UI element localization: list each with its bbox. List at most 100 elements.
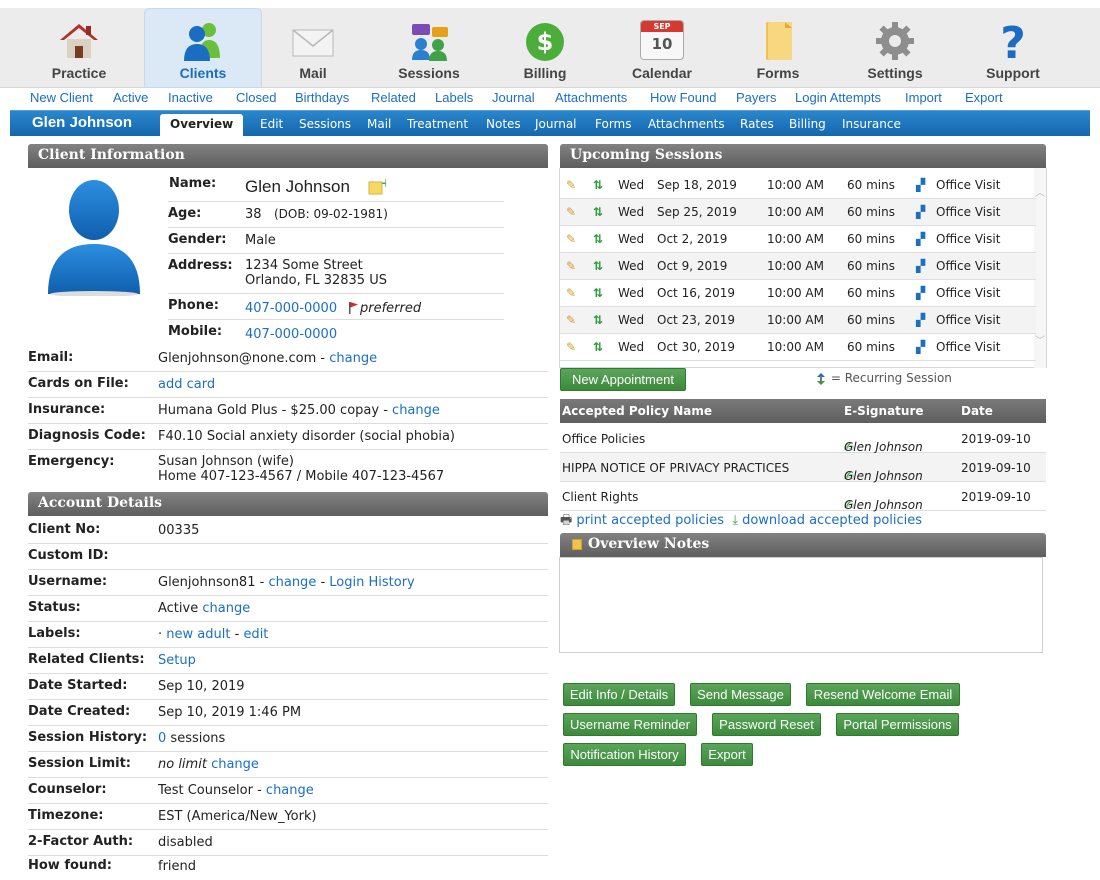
pencil-icon[interactable]: ✎	[566, 232, 576, 246]
resend-welcome-email-button[interactable]: Resend Welcome Email	[806, 683, 960, 706]
tab-journal[interactable]: Journal	[535, 117, 577, 131]
counselor-change-link[interactable]: change	[266, 783, 314, 798]
nav-sessions[interactable]: Sessions	[370, 8, 488, 88]
add-card-link[interactable]: add card	[158, 377, 215, 392]
session-limit-label: Session Limit:	[28, 756, 131, 771]
subnav-journal[interactable]: Journal	[492, 90, 535, 105]
tab-insurance[interactable]: Insurance	[842, 117, 901, 131]
pencil-icon[interactable]: ✎	[566, 205, 576, 219]
nav-billing[interactable]: $ Billing	[486, 8, 604, 88]
tab-treatment[interactable]: Treatment	[407, 117, 468, 131]
tab-overview[interactable]: Overview	[160, 114, 244, 136]
subnav-payers[interactable]: Payers	[736, 90, 776, 105]
session-row[interactable]: ✎ ⇅ Wed Oct 16, 2019 10:00 AM 60 mins ▞ Office …	[560, 280, 1036, 307]
account-row: Counselor: Test Counselor - change	[28, 778, 548, 804]
nav-label: Calendar	[632, 65, 692, 81]
subnav-closed[interactable]: Closed	[236, 90, 276, 105]
session-history-group: 0 sessions	[158, 731, 225, 746]
tab-attachments[interactable]: Attachments	[648, 117, 725, 131]
session-row[interactable]: ✎ ⇅ Wed Sep 18, 2019 10:00 AM 60 mins ▞ Office …	[560, 172, 1036, 199]
age-label: Age:	[168, 206, 202, 221]
tab-edit[interactable]: Edit	[260, 117, 283, 131]
tab-billing[interactable]: Billing	[789, 117, 826, 131]
subnav-import[interactable]: Import	[905, 90, 942, 105]
subnav-related[interactable]: Related	[371, 90, 416, 105]
session-row[interactable]: ✎ ⇅ Wed Oct 23, 2019 10:00 AM 60 mins ▞ Office …	[560, 307, 1036, 334]
policy-date: 2019-09-10	[961, 490, 1031, 504]
username-reminder-button[interactable]: Username Reminder	[563, 713, 697, 736]
tab-mail[interactable]: Mail	[367, 117, 391, 131]
edit-info-button[interactable]: Edit Info / Details	[563, 683, 675, 706]
username-change-link[interactable]: change	[268, 575, 316, 590]
notification-history-button[interactable]: Notification History	[563, 743, 686, 766]
mobile-link[interactable]: 407-000-0000	[245, 327, 337, 342]
new-appointment-button[interactable]: New Appointment	[560, 368, 686, 391]
session-row[interactable]: ✎ ⇅ Wed Oct 30, 2019 10:00 AM 60 mins ▞ Office …	[560, 334, 1036, 361]
chevron-up-icon[interactable]: ︿	[1035, 184, 1045, 199]
session-count-link[interactable]: 0	[158, 731, 166, 746]
subnav-labels[interactable]: Labels	[435, 90, 473, 105]
insurance-label: Insurance:	[28, 402, 106, 417]
email-change-link[interactable]: change	[329, 351, 377, 366]
phone-link[interactable]: 407-000-0000	[245, 301, 337, 316]
subnav-attachments[interactable]: Attachments	[555, 90, 627, 105]
session-type: Office Visit	[936, 286, 1001, 300]
chevron-down-icon[interactable]: ﹀	[1035, 332, 1045, 347]
status-change-link[interactable]: change	[202, 601, 250, 616]
session-row[interactable]: ✎ ⇅ Wed Oct 2, 2019 10:00 AM 60 mins ▞ Office V…	[560, 226, 1036, 253]
session-duration: 60 mins	[847, 205, 895, 219]
nav-support[interactable]: ? Support	[954, 8, 1072, 88]
session-type: Office Visit	[936, 205, 1001, 219]
policy-name: Client Rights	[562, 490, 639, 504]
account-row: Session Limit: no limit change	[28, 752, 548, 778]
export-button[interactable]: Export	[701, 743, 753, 766]
nav-forms[interactable]: Forms	[719, 8, 837, 88]
tab-rates[interactable]: Rates	[740, 117, 774, 131]
subnav-inactive[interactable]: Inactive	[168, 90, 213, 105]
nav-clients[interactable]: Clients	[144, 8, 262, 88]
overview-notes-area[interactable]	[559, 557, 1043, 653]
account-row: Timezone: EST (America/New_York)	[28, 804, 548, 830]
subnav-new-client[interactable]: New Client	[30, 90, 93, 105]
session-row[interactable]: ✎ ⇅ Wed Oct 9, 2019 10:00 AM 60 mins ▞ Office V…	[560, 253, 1036, 280]
account-row: 2-Factor Auth: disabled	[28, 830, 548, 856]
overview-notes-title: Overview Notes	[588, 536, 710, 552]
diagnosis-row: Diagnosis Code: F40.10 Social anxiety di…	[28, 424, 548, 450]
session-row[interactable]: ✎ ⇅ Wed Sep 25, 2019 10:00 AM 60 mins ▞ Office …	[560, 199, 1036, 226]
subnav-how-found[interactable]: How Found	[650, 90, 716, 105]
nav-settings[interactable]: Settings	[836, 8, 954, 88]
account-row: Date Started: Sep 10, 2019	[28, 674, 548, 700]
add-note-icon[interactable]: +	[368, 178, 386, 196]
insurance-change-link[interactable]: change	[392, 403, 440, 418]
overview-notes-header: Overview Notes	[560, 533, 1046, 557]
print-policies-link[interactable]: print accepted policies	[576, 513, 724, 528]
related-setup-link[interactable]: Setup	[158, 653, 196, 668]
nav-practice[interactable]: Practice	[20, 8, 138, 88]
emergency-contact: Susan Johnson (wife)	[158, 454, 294, 469]
download-policies-link[interactable]: download accepted policies	[742, 513, 922, 528]
subnav-export[interactable]: Export	[965, 90, 1003, 105]
nav-calendar[interactable]: SEP 10 Calendar	[603, 8, 721, 88]
login-history-link[interactable]: Login History	[329, 575, 414, 590]
tab-notes[interactable]: Notes	[486, 117, 521, 131]
nav-mail[interactable]: Mail	[254, 8, 372, 88]
tab-sessions[interactable]: Sessions	[299, 117, 351, 131]
pencil-icon[interactable]: ✎	[566, 178, 576, 192]
labels-edit-link[interactable]: edit	[243, 627, 268, 642]
subnav-birthdays[interactable]: Birthdays	[295, 90, 349, 105]
portal-permissions-button[interactable]: Portal Permissions	[836, 713, 959, 736]
session-limit-change-link[interactable]: change	[211, 757, 259, 772]
session-time: 10:00 AM	[767, 232, 824, 246]
subnav-login-attempts[interactable]: Login Attempts	[795, 90, 881, 105]
password-reset-button[interactable]: Password Reset	[712, 713, 821, 736]
pencil-icon[interactable]: ✎	[566, 286, 576, 300]
pencil-icon[interactable]: ✎	[566, 340, 576, 354]
pencil-icon[interactable]: ✎	[566, 313, 576, 327]
subnav-active[interactable]: Active	[113, 90, 148, 105]
account-row: Labels: · new adult - edit	[28, 622, 548, 648]
pencil-icon[interactable]: ✎	[566, 259, 576, 273]
mobile-label: Mobile:	[168, 324, 223, 339]
send-message-button[interactable]: Send Message	[690, 683, 791, 706]
label-new-adult[interactable]: new adult	[166, 627, 230, 642]
tab-forms[interactable]: Forms	[595, 117, 631, 131]
